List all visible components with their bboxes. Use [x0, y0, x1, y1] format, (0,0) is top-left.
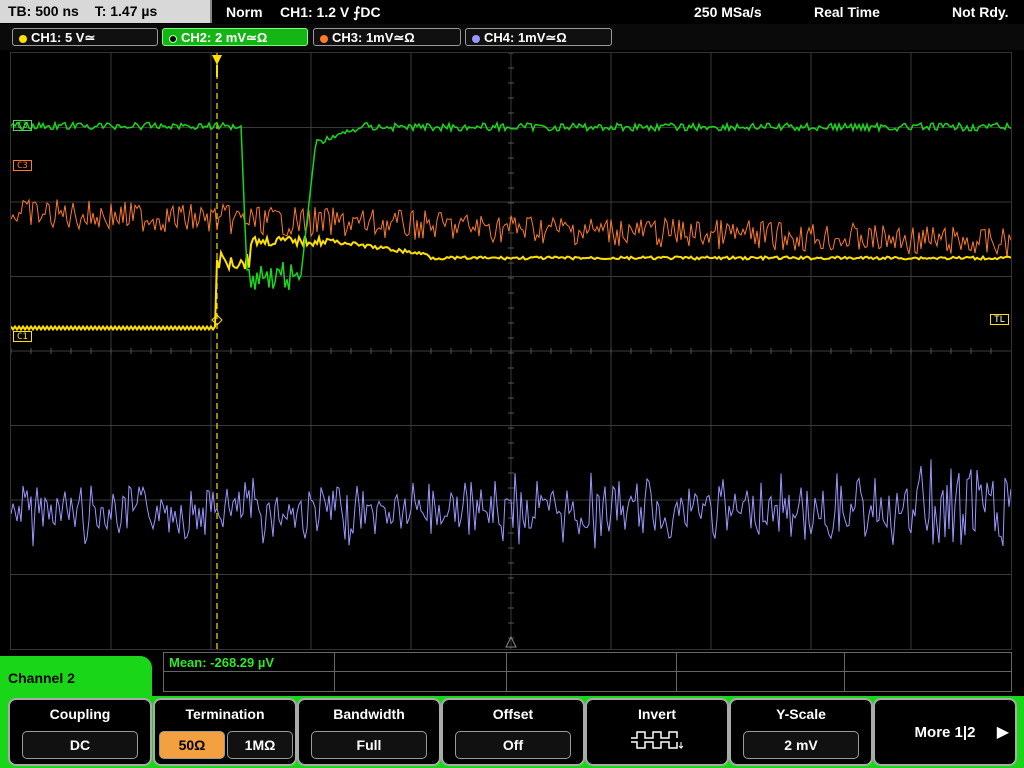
bandwidth-softkey[interactable]: Bandwidth Full [297, 698, 441, 766]
trigger-time-label: T: 1.47 µs [94, 3, 158, 19]
yscale-value[interactable]: 2 mV [743, 731, 859, 759]
coupling-softkey[interactable]: Coupling DC [8, 698, 152, 766]
measurement-panel: Mean: -268.29 µV [163, 652, 1012, 692]
termination-50ohm-button[interactable]: 50Ω [159, 731, 225, 759]
ch4-dot-icon [472, 34, 480, 43]
mean-readout: Mean: -268.29 µV [169, 655, 275, 670]
ch3-offset-marker[interactable]: C3 [13, 120, 32, 131]
trigger-position-icon [216, 65, 218, 77]
trigger-level-marker[interactable]: TL [990, 314, 1009, 325]
measurement-divider [506, 653, 507, 691]
invert-waveform-icon [631, 731, 684, 750]
measurement-divider [844, 653, 845, 691]
invert-softkey[interactable]: Invert [585, 698, 729, 766]
softkey-bar: Coupling DC Termination 50Ω 1MΩ Bandwidt… [0, 696, 1024, 768]
measurement-divider [676, 653, 677, 691]
ch3-dot-icon [320, 34, 328, 43]
measurement-divider [334, 653, 335, 691]
yscale-softkey[interactable]: Y-Scale 2 mV [729, 698, 873, 766]
yscale-title: Y-Scale [776, 706, 826, 722]
timebase-label: TB: 500 ns [8, 3, 79, 19]
sample-rate: 250 MSa/s [694, 4, 762, 20]
play-right-icon: ▶ [996, 724, 1009, 741]
invert-title: Invert [637, 706, 677, 722]
tab-ch3[interactable]: CH3: 1mV≃Ω [313, 28, 461, 46]
coupling-value[interactable]: DC [22, 731, 138, 759]
termination-softkey[interactable]: Termination 50Ω 1MΩ [153, 698, 297, 766]
more-softkey[interactable]: More 1|2 ▶ [873, 698, 1017, 766]
offset-softkey[interactable]: Offset Off [441, 698, 585, 766]
channel-tabs: CH1: 5 V≃ CH2: 2 mV≃Ω CH3: 1mV≃Ω CH4: 1m… [0, 24, 1024, 50]
tab-ch1[interactable]: CH1: 5 V≃ [12, 28, 158, 46]
offset-value[interactable]: Off [455, 731, 571, 759]
measurement-divider [164, 671, 1011, 672]
status-bar: TB: 500 ns T: 1.47 µs Norm CH1: 1.2 V ⨍D… [0, 0, 1024, 24]
bandwidth-value[interactable]: Full [311, 731, 427, 759]
acquisition-mode: Real Time [814, 4, 880, 20]
tab-ch2-label: CH2: 2 mV≃Ω [181, 30, 268, 45]
bandwidth-title: Bandwidth [333, 706, 405, 722]
tab-ch2[interactable]: CH2: 2 mV≃Ω [162, 28, 308, 46]
ch2-dot-icon [169, 34, 177, 43]
termination-1mohm-button[interactable]: 1MΩ [227, 731, 293, 759]
termination-title: Termination [185, 706, 265, 722]
ch3-ground-marker[interactable]: C3 [13, 160, 32, 171]
menu-title: Channel 2 [0, 656, 152, 700]
timebase-box[interactable]: TB: 500 ns T: 1.47 µs [0, 0, 212, 23]
offset-title: Offset [492, 706, 534, 722]
waveform-display[interactable]: C3 C3 C1 TL [10, 52, 1012, 650]
more-title: More 1|2 [914, 724, 976, 741]
tab-ch4[interactable]: CH4: 1mV≃Ω [465, 28, 612, 46]
waveform-canvas [11, 53, 1011, 649]
trigger-position-icon [212, 55, 222, 65]
tab-ch3-label: CH3: 1mV≃Ω [332, 30, 415, 45]
ch1-dot-icon [19, 34, 27, 43]
ch1-ground-marker[interactable]: C1 [13, 331, 32, 342]
tab-ch1-label: CH1: 5 V≃ [31, 30, 96, 45]
trigger-setting[interactable]: CH1: 1.2 V ⨍DC [280, 0, 381, 24]
trigger-mode[interactable]: Norm [226, 0, 263, 24]
tab-ch4-label: CH4: 1mV≃Ω [484, 30, 567, 45]
coupling-title: Coupling [49, 706, 111, 722]
acquisition-state: Not Rdy. [952, 4, 1009, 20]
